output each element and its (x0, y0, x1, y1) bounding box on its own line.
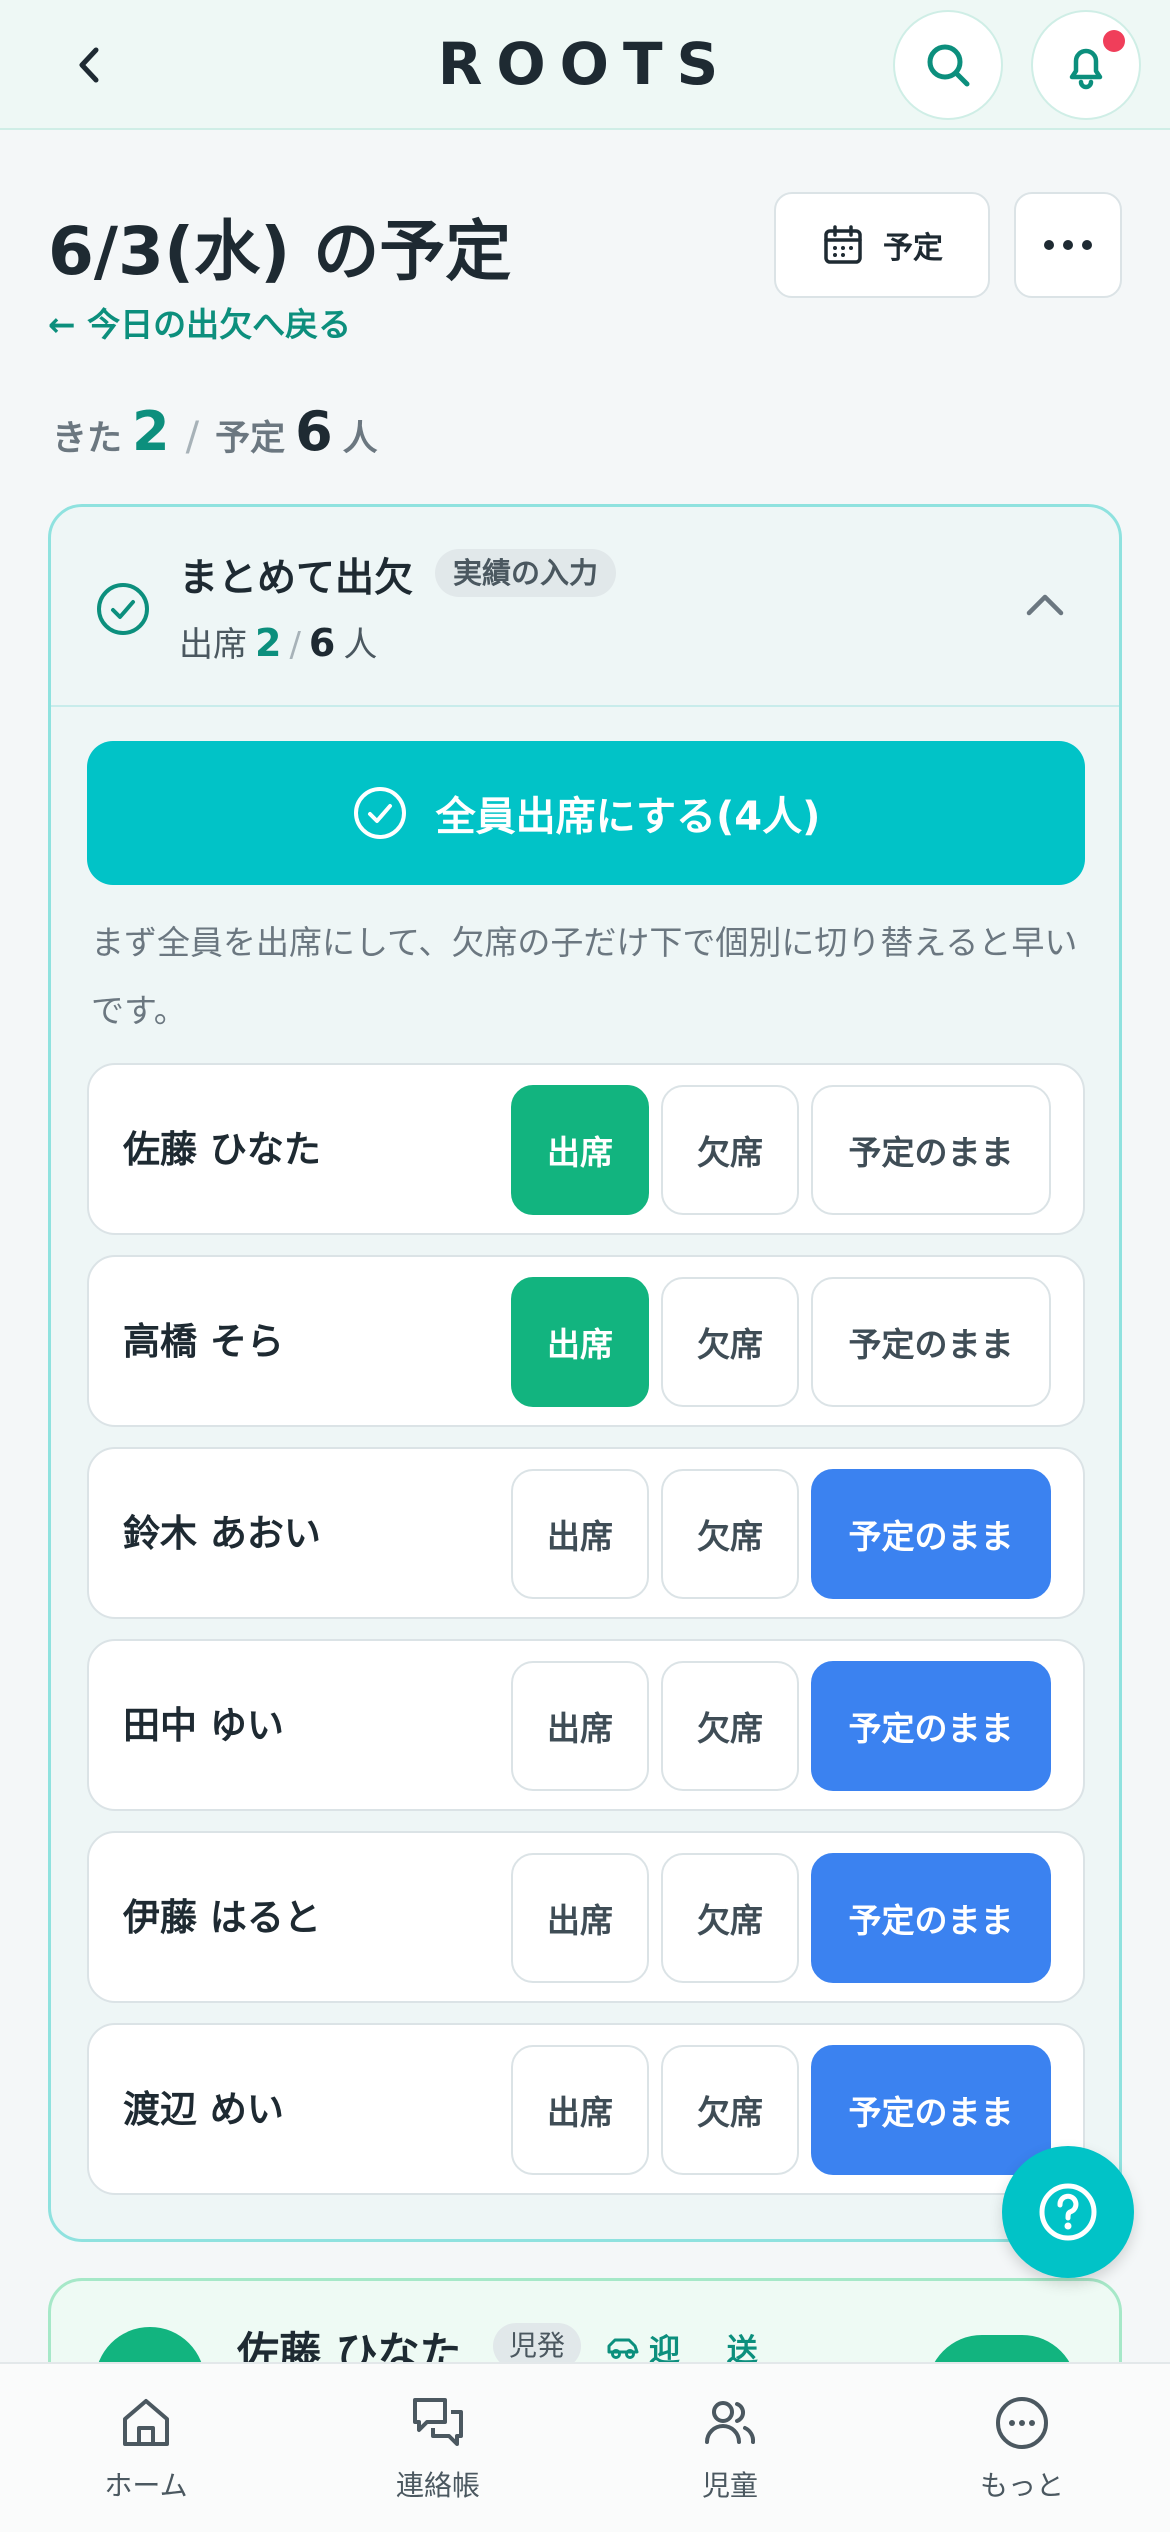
came-label: きた (52, 419, 123, 459)
ellipsis-icon (1044, 240, 1092, 250)
bulk-unit: 人 (343, 625, 378, 665)
chevron-up-icon[interactable] (1023, 589, 1067, 619)
nav-children[interactable]: 児童 (630, 2364, 830, 2532)
more-icon (996, 2397, 1048, 2449)
record-input-badge: 実績の入力 (435, 549, 617, 597)
child-name: 高橋 そら (123, 1320, 284, 1363)
attendance-summary: きた 2 / 予定 6 人 (52, 400, 378, 463)
absent-button[interactable]: 欠席 (661, 1469, 799, 1599)
more-options-button[interactable] (1014, 192, 1122, 298)
attendance-row: 渡辺 めい 出席 欠席 予定のまま (87, 2023, 1085, 2195)
child-name: 伊藤 はると (123, 1896, 321, 1939)
attendance-row: 伊藤 はると 出席 欠席 予定のまま (87, 1831, 1085, 2003)
top-app-bar: ROOTS (0, 0, 1170, 130)
keep-schedule-button[interactable]: 予定のまま (811, 1469, 1051, 1599)
attendance-row: 高橋 そら 出席 欠席 予定のまま (87, 1255, 1085, 1427)
absent-button[interactable]: 欠席 (661, 1277, 799, 1407)
bulk-present-count: 2 (255, 621, 282, 665)
present-button[interactable]: 出席 (511, 1469, 649, 1599)
child-name: 鈴木 あおい (123, 1512, 321, 1555)
bulk-count-label: 出席 (179, 625, 247, 665)
nav-home[interactable]: ホーム (46, 2364, 246, 2532)
absent-button[interactable]: 欠席 (661, 1661, 799, 1791)
back-to-today-link[interactable]: ← 今日の出欠へ戻る (48, 298, 351, 346)
child-name: 渡辺 めい (123, 2088, 284, 2131)
attendance-row: 鈴木 あおい 出席 欠席 予定のまま (87, 1447, 1085, 1619)
check-circle-icon (353, 787, 406, 839)
nav-contact-book[interactable]: 連絡帳 (338, 2364, 538, 2532)
question-icon (1039, 2183, 1097, 2241)
absent-button[interactable]: 欠席 (661, 1853, 799, 1983)
users-icon (705, 2401, 756, 2444)
bulk-hint-text: まず全員を出席にして、欠席の子だけ下で個別に切り替えると早いです。 (91, 923, 1078, 1030)
present-button[interactable]: 出席 (511, 1853, 649, 1983)
home-icon (123, 2399, 169, 2446)
present-button[interactable]: 出席 (511, 1085, 649, 1215)
present-button[interactable]: 出席 (511, 2045, 649, 2175)
keep-schedule-button[interactable]: 予定のまま (811, 1853, 1051, 1983)
nav-more-label: もっと (979, 2469, 1064, 2502)
attendance-row: 田中 ゆい 出席 欠席 予定のまま (87, 1639, 1085, 1811)
page-title: 6/3(水) の予定 (48, 213, 512, 290)
keep-schedule-button[interactable]: 予定のまま (811, 1277, 1051, 1407)
bulk-count: 出席 2 / 6 人 (179, 617, 377, 666)
keep-schedule-button[interactable]: 予定のまま (811, 2045, 1051, 2175)
child-name: 田中 ゆい (123, 1704, 284, 1747)
mark-all-present-button[interactable]: 全員出席にする(4人) (87, 741, 1085, 885)
help-button[interactable] (1002, 2146, 1134, 2278)
notifications-button[interactable] (1031, 10, 1141, 120)
search-button[interactable] (893, 10, 1003, 120)
notification-badge (1103, 30, 1125, 52)
unit-label: 人 (342, 419, 378, 459)
bulk-count-separator: / (289, 625, 301, 665)
planned-count: 6 (295, 400, 333, 463)
attendance-row: 佐藤 ひなた 出席 欠席 予定のまま (87, 1063, 1085, 1235)
schedule-button[interactable]: 予定 (774, 192, 990, 298)
schedule-button-label: 予定 (883, 231, 943, 266)
nav-more[interactable]: もっと (922, 2364, 1122, 2532)
calendar-icon (824, 225, 862, 264)
keep-schedule-button[interactable]: 予定のまま (811, 1085, 1051, 1215)
keep-schedule-button[interactable]: 予定のまま (811, 1661, 1051, 1791)
mark-all-present-label: 全員出席にする(4人) (435, 794, 821, 840)
bulk-total-count: 6 (308, 621, 336, 665)
absent-button[interactable]: 欠席 (661, 2045, 799, 2175)
present-button[interactable]: 出席 (511, 1661, 649, 1791)
bulk-title: まとめて出欠 (179, 556, 414, 601)
chat-icon (413, 2398, 463, 2446)
nav-home-label: ホーム (104, 2469, 188, 2502)
came-count: 2 (132, 400, 170, 463)
present-button[interactable]: 出席 (511, 1277, 649, 1407)
planned-label: 予定 (215, 419, 286, 459)
nav-contact-label: 連絡帳 (395, 2469, 480, 2502)
absent-button[interactable]: 欠席 (661, 1085, 799, 1215)
summary-separator: / (185, 414, 200, 460)
bottom-navigation: ホーム 連絡帳 児童 もっと (0, 2362, 1170, 2532)
car-icon (607, 2338, 639, 2359)
check-circle-icon (97, 583, 149, 635)
search-icon (927, 44, 970, 87)
nav-children-label: 児童 (701, 2469, 758, 2502)
bulk-attendance-card: まとめて出欠 実績の入力 出席 2 / 6 人 全員出席にする(4人) まず全員… (48, 504, 1122, 2242)
bulk-attendance-header[interactable]: まとめて出欠 実績の入力 出席 2 / 6 人 (51, 507, 1119, 707)
child-name: 佐藤 ひなた (123, 1128, 321, 1171)
